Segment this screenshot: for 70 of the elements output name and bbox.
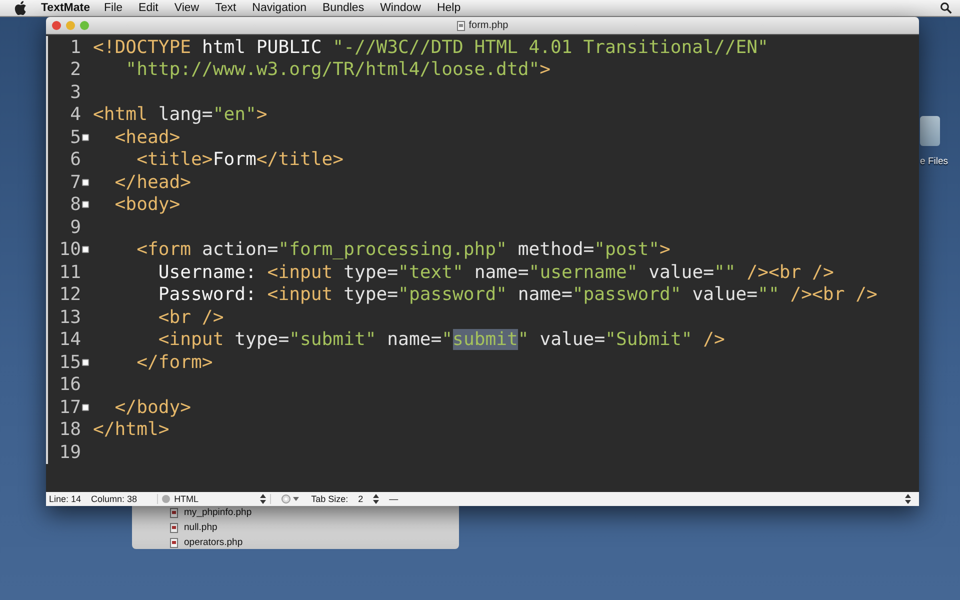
line-number: 3 — [70, 82, 81, 103]
menu-item[interactable]: Bundles — [322, 2, 364, 14]
code-line: <html lang="en"> — [93, 104, 268, 126]
language-popup[interactable]: HTML — [157, 494, 272, 504]
document-icon — [170, 538, 178, 548]
fold-marker-icon[interactable] — [82, 404, 89, 411]
apple-logo-icon[interactable] — [14, 1, 27, 15]
line-number: 17 — [59, 396, 81, 418]
file-name[interactable]: my_phpinfo.php — [184, 507, 252, 518]
menu-item[interactable]: File — [104, 2, 123, 14]
line-number: 19 — [59, 442, 81, 463]
symbol-popup[interactable]: — — [389, 494, 398, 504]
document-icon — [170, 522, 178, 532]
desktop-icon-label[interactable]: e Files — [920, 156, 948, 167]
tab-size-label: Tab Size: — [311, 494, 348, 504]
line-number: 11 — [59, 262, 81, 283]
code-line: "http://www.w3.org/TR/html4/loose.dtd"> — [124, 59, 551, 80]
app-menu[interactable]: TextMate — [41, 2, 90, 14]
code-line: Password: <input type="password" name="password" value="" /><br /> — [157, 284, 878, 306]
line-number: 9 — [70, 216, 81, 238]
fold-marker-icon[interactable] — [82, 246, 89, 254]
line-number: 15 — [59, 352, 81, 373]
menu-item[interactable]: Help — [436, 2, 461, 14]
line-number: 1 — [70, 36, 81, 58]
stepper-icon[interactable] — [373, 494, 380, 504]
line-number: 10 — [59, 239, 81, 260]
fold-marker-icon[interactable] — [82, 201, 89, 208]
stepper-icon — [260, 494, 266, 504]
fold-marker-icon[interactable] — [82, 178, 89, 186]
column-indicator: Column: 38 — [91, 494, 138, 504]
line-number: 18 — [59, 419, 81, 440]
code-line: <input type="submit" name="submit" value="Submit" /> — [157, 329, 725, 350]
line-number: 14 — [59, 329, 81, 350]
stepper-icon[interactable] — [905, 494, 911, 504]
code-line: </form> — [136, 352, 213, 373]
code-line: <body> — [114, 194, 180, 216]
window-title: form.php — [468, 20, 508, 31]
document-icon — [170, 508, 178, 518]
file-name[interactable]: null.php — [184, 522, 218, 533]
line-number: 2 — [70, 59, 81, 80]
line-number: 4 — [70, 104, 81, 126]
line-number: 7 — [70, 172, 81, 193]
line-indicator: Line: 14 — [49, 494, 82, 504]
line-number: 12 — [59, 284, 81, 306]
code-line: <!DOCTYPE html PUBLIC "-//W3C//DTD HTML 4.01 Transitional//EN" — [93, 36, 768, 58]
menu-item[interactable]: View — [174, 2, 200, 14]
menu-item[interactable]: Navigation — [252, 2, 307, 14]
line-number: 16 — [59, 374, 81, 396]
line-number: 5 — [70, 126, 81, 148]
code-line: <title>Form</title> — [136, 149, 344, 170]
menu-item[interactable]: Text — [215, 2, 236, 14]
code-line: <form action="form_processing.php" method="post"> — [136, 239, 670, 260]
menu-item[interactable]: Window — [380, 2, 421, 14]
code-line: </head> — [114, 172, 192, 193]
code-line: <br /> — [157, 306, 224, 328]
code-line: </body> — [114, 396, 192, 418]
line-number: 6 — [70, 149, 81, 170]
close-button[interactable] — [52, 21, 61, 30]
document-icon — [456, 20, 465, 30]
search-icon[interactable] — [940, 2, 952, 14]
line-number: 13 — [59, 306, 81, 328]
code-line: Username: <input type="text" name="username" value="" /><br /> — [157, 262, 834, 283]
file-name[interactable]: operators.php — [184, 537, 243, 548]
fold-marker-icon[interactable] — [82, 134, 89, 141]
tab-size-popup[interactable]: 2 — [358, 494, 364, 504]
line-number: 8 — [70, 194, 81, 216]
code-line: <head> — [114, 126, 180, 148]
code-line: </html> — [93, 419, 170, 440]
menu-item[interactable]: Edit — [138, 2, 158, 14]
fold-marker-icon[interactable] — [82, 358, 89, 366]
